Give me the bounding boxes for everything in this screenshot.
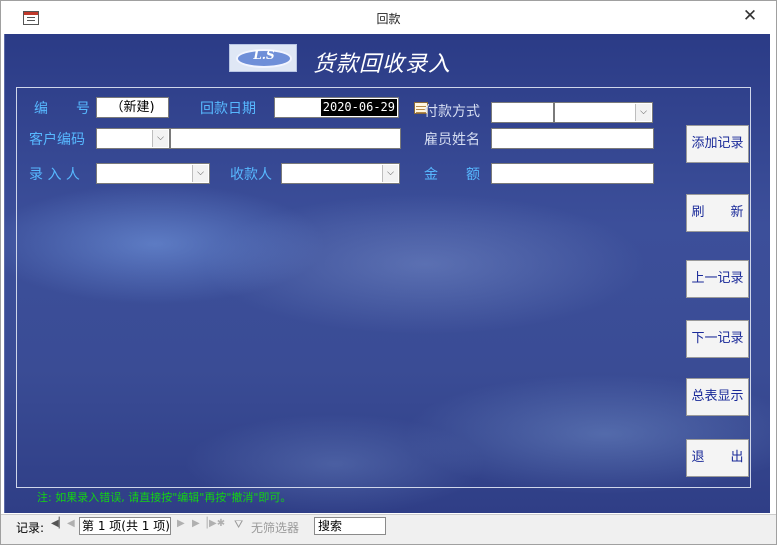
chevron-down-icon[interactable]: ⌵ <box>152 130 168 147</box>
first-record-icon[interactable]: ◀▏ <box>51 518 66 529</box>
previous-record-icon[interactable]: ◀ <box>67 518 75 529</box>
help-note: 注: 如果录入错误, 请直接按"编辑"再按"撤消"即可。 <box>37 491 292 504</box>
payee-dropdown[interactable]: ⌵ <box>281 163 400 184</box>
number-label: 编 号 <box>34 101 90 117</box>
search-input[interactable]: 搜索 <box>314 517 386 535</box>
entered-by-label: 录 入 人 <box>29 167 80 183</box>
payment-method-label: 付款方式 <box>424 104 480 120</box>
return-date-label: 回款日期 <box>200 101 256 117</box>
current-record-field[interactable]: 第 1 项(共 1 项) <box>79 517 171 535</box>
return-date-value: 2020-06-29 <box>320 99 397 116</box>
record-label: 记录: <box>16 521 45 535</box>
amount-field[interactable] <box>491 163 654 184</box>
title-bar: 回款 ✕ <box>1 1 776 34</box>
filter-icon[interactable]: ⛛ <box>234 518 243 532</box>
summary-view-button[interactable]: 总表显示 <box>686 378 749 416</box>
last-record-icon[interactable]: ▶▕ <box>192 518 207 529</box>
exit-button[interactable]: 退 出 <box>686 439 749 477</box>
logo: L.S <box>229 44 297 72</box>
refresh-button[interactable]: 刷 新 <box>686 194 749 232</box>
return-date-field[interactable]: 2020-06-29 <box>274 97 399 118</box>
add-record-button[interactable]: 添加记录 <box>686 125 749 163</box>
window: 回款 ✕ L.S 货款回收录入 编 号 （新建) 回款日期 2020-06-29… <box>0 0 777 545</box>
chevron-down-icon[interactable]: ⌵ <box>382 165 398 182</box>
no-filter-label[interactable]: 无筛选器 <box>251 519 299 536</box>
previous-record-button[interactable]: 上一记录 <box>686 260 749 298</box>
payment-method-dropdown[interactable]: ⌵ <box>554 102 653 123</box>
form-heading: 货款回收录入 <box>313 52 452 77</box>
record-navigation-bar: 记录: ◀▏ ◀ 第 1 项(共 1 项) ▶ ▶▕ ▶✱ ⛛ 无筛选器 搜索 <box>1 514 776 544</box>
new-record-icon[interactable]: ▶✱ <box>209 518 225 529</box>
form-panel: 编 号 （新建) 回款日期 2020-06-29 付款方式 ⌵ 客户编码 ⌵ 雇… <box>16 87 751 488</box>
close-icon[interactable]: ✕ <box>739 5 761 27</box>
amount-label: 金 额 <box>424 167 480 183</box>
payee-label: 收款人 <box>230 167 272 183</box>
employee-name-field[interactable] <box>491 128 654 149</box>
customer-name-field[interactable] <box>170 128 401 149</box>
entered-by-dropdown[interactable]: ⌵ <box>96 163 210 184</box>
employee-name-label: 雇员姓名 <box>424 132 480 148</box>
customer-code-dropdown[interactable]: ⌵ <box>96 128 170 149</box>
chevron-down-icon[interactable]: ⌵ <box>635 104 651 121</box>
logo-text: L.S <box>253 48 275 62</box>
next-record-button[interactable]: 下一记录 <box>686 320 749 358</box>
form-canvas: L.S 货款回收录入 编 号 （新建) 回款日期 2020-06-29 付款方式… <box>4 34 770 513</box>
next-record-icon[interactable]: ▶ <box>177 518 185 529</box>
window-title: 回款 <box>376 12 401 26</box>
chevron-down-icon[interactable]: ⌵ <box>192 165 208 182</box>
number-field[interactable]: （新建) <box>96 97 169 118</box>
payment-method-code-field[interactable] <box>491 102 554 123</box>
customer-code-label: 客户编码 <box>29 132 85 148</box>
